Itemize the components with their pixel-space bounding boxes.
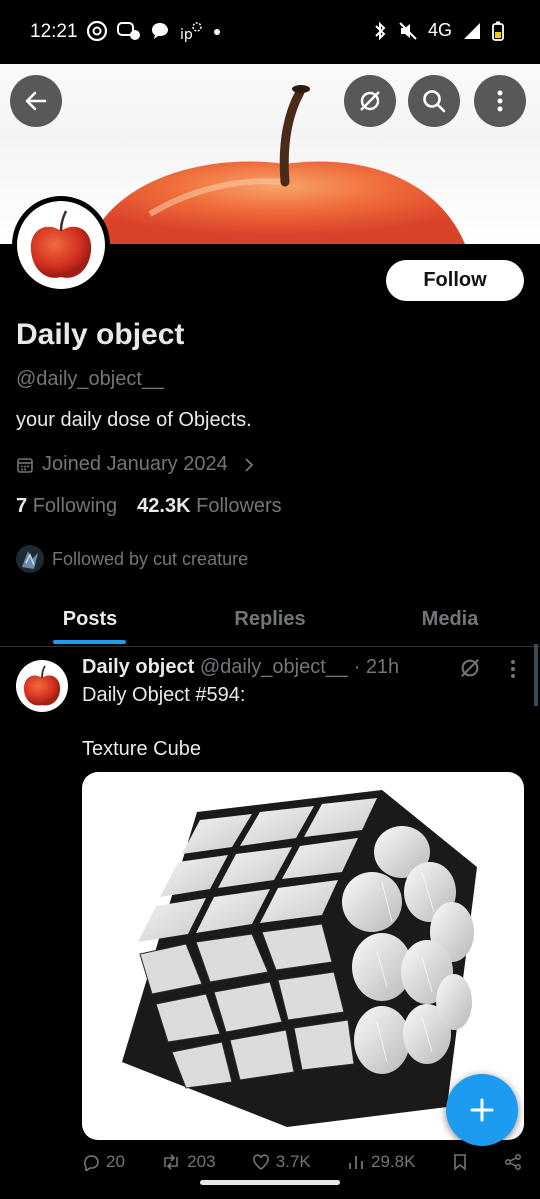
signal-icon <box>464 22 480 39</box>
follow-counts: 7 Following 42.3K Followers <box>16 495 282 518</box>
repost-icon <box>164 1154 178 1170</box>
calendar-icon <box>17 457 33 473</box>
reply-count: 20 <box>106 1152 125 1171</box>
followers-label: Followers <box>196 495 282 517</box>
profile-bio: your daily dose of Objects. <box>16 409 252 431</box>
views-action[interactable]: 29.8K <box>347 1152 415 1172</box>
avatar-image <box>17 201 105 289</box>
heart-icon <box>252 1154 269 1170</box>
dot-icon <box>214 29 220 35</box>
following-label: Following <box>32 495 118 517</box>
reply-action[interactable]: 20 <box>82 1152 125 1172</box>
followers-count: 42.3K <box>137 495 191 517</box>
profile-handle: @daily_object__ <box>16 368 165 390</box>
bookmark-icon <box>453 1154 466 1171</box>
profile-display-name: Daily object <box>16 318 185 351</box>
back-button[interactable] <box>10 75 62 127</box>
following-count: 7 <box>16 495 28 517</box>
messenger-icon <box>117 22 140 40</box>
svg-text:ip: ip <box>180 27 193 42</box>
following-link[interactable]: 7 Following <box>16 495 117 518</box>
search-icon <box>423 90 446 113</box>
compose-post-button[interactable] <box>446 1074 518 1146</box>
grok-button[interactable] <box>344 75 396 127</box>
like-count: 3.7K <box>275 1152 311 1171</box>
plus-icon <box>470 1098 494 1122</box>
post-text-line1: Daily Object #594: <box>82 684 246 706</box>
joined-date: Joined January 2024 <box>42 453 228 475</box>
post-separator: · <box>353 656 361 678</box>
post-text-line2: Texture Cube <box>82 738 201 760</box>
active-tab-indicator <box>53 640 126 644</box>
followed-by-text: Followed by cut creature <box>52 548 249 569</box>
system-icons: 4G <box>372 20 504 41</box>
grok-icon <box>360 91 380 111</box>
profile-avatar[interactable] <box>12 196 110 294</box>
post-grok-icon[interactable] <box>458 656 482 680</box>
post-author-name[interactable]: Daily object <box>82 656 194 678</box>
post-author-avatar[interactable] <box>16 660 68 712</box>
tab-replies[interactable]: Replies <box>180 592 360 646</box>
profile-tabs: Posts Replies Media <box>0 592 540 647</box>
post-header: Daily object @daily_object__ · 21h <box>82 656 399 679</box>
tab-posts[interactable]: Posts <box>0 592 180 646</box>
chevron-right-icon <box>245 457 253 472</box>
joined-date-row[interactable]: Joined January 2024 <box>16 453 258 476</box>
status-bar: 12:21 ip 4G <box>0 0 540 64</box>
home-indicator[interactable] <box>200 1180 340 1185</box>
more-button[interactable] <box>474 75 526 127</box>
follow-button[interactable]: Follow <box>386 260 524 301</box>
bluetooth-icon <box>375 21 386 40</box>
tab-media[interactable]: Media <box>360 592 540 646</box>
more-vertical-icon <box>497 90 503 112</box>
mute-icon <box>399 21 417 40</box>
post-more-icon[interactable] <box>503 658 523 680</box>
views-count: 29.8K <box>371 1152 416 1171</box>
bookmark-action[interactable] <box>452 1152 468 1172</box>
battery-icon <box>492 21 504 41</box>
followers-link[interactable]: 42.3K Followers <box>137 495 282 518</box>
like-action[interactable]: 3.7K <box>252 1152 311 1172</box>
chat-icon <box>152 23 168 39</box>
share-icon <box>505 1154 521 1170</box>
threads-icon <box>86 20 108 42</box>
post-time[interactable]: 21h <box>366 656 399 678</box>
network-type: 4G <box>427 20 452 40</box>
repost-count: 203 <box>187 1152 216 1171</box>
notification-icons: ip <box>86 20 222 42</box>
back-arrow-icon <box>25 91 47 111</box>
share-action[interactable] <box>504 1152 522 1172</box>
repost-action[interactable]: 203 <box>161 1152 216 1172</box>
reply-icon <box>84 1155 99 1171</box>
ip-icon: ip <box>180 22 202 42</box>
views-icon <box>349 1156 363 1169</box>
followed-by-row[interactable]: Followed by cut creature <box>16 545 248 573</box>
status-time: 12:21 <box>30 21 78 42</box>
follower-avatar <box>16 545 44 573</box>
post-actions: 20 203 3.7K 29.8K <box>82 1152 522 1172</box>
post-author-handle[interactable]: @daily_object__ <box>200 656 348 678</box>
search-button[interactable] <box>408 75 460 127</box>
